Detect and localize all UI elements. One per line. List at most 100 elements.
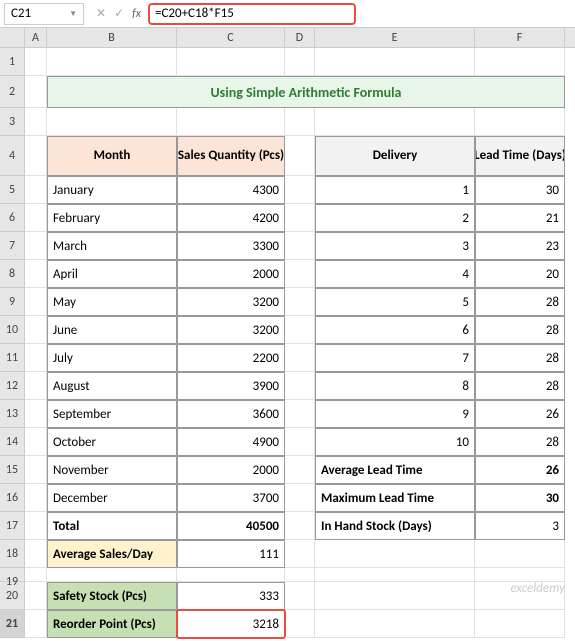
header-month[interactable]: Month <box>47 136 177 176</box>
cell-month[interactable]: July <box>47 344 177 372</box>
cell-leadtime[interactable]: 21 <box>475 204 565 232</box>
select-all-corner[interactable] <box>0 28 25 47</box>
cell[interactable] <box>25 260 47 288</box>
cell[interactable] <box>285 316 315 344</box>
row-header[interactable]: 6 <box>0 204 25 232</box>
cell[interactable] <box>25 136 47 176</box>
cell-leadtime[interactable]: 28 <box>475 428 565 456</box>
cell-qty[interactable]: 3600 <box>177 400 285 428</box>
cell[interactable] <box>475 48 565 76</box>
cell[interactable] <box>25 568 47 582</box>
in-hand-label[interactable]: In Hand Stock (Days) <box>315 512 475 540</box>
cell[interactable] <box>475 568 565 582</box>
row-header[interactable]: 11 <box>0 344 25 372</box>
cell-qty[interactable]: 3200 <box>177 316 285 344</box>
row-header[interactable]: 16 <box>0 484 25 512</box>
cell-month[interactable]: November <box>47 456 177 484</box>
cell[interactable] <box>25 428 47 456</box>
in-hand-value[interactable]: 3 <box>475 512 565 540</box>
cell-delivery[interactable]: 9 <box>315 400 475 428</box>
cell[interactable] <box>25 48 47 76</box>
row-header[interactable]: 14 <box>0 428 25 456</box>
enter-icon[interactable]: ✓ <box>114 6 124 21</box>
col-header-F[interactable]: F <box>475 28 565 47</box>
cell-month[interactable]: March <box>47 232 177 260</box>
cell-leadtime[interactable]: 28 <box>475 316 565 344</box>
row-header[interactable]: 18 <box>0 540 25 568</box>
cell[interactable] <box>25 400 47 428</box>
row-header[interactable]: 13 <box>0 400 25 428</box>
avg-lead-value[interactable]: 26 <box>475 456 565 484</box>
cell-delivery[interactable]: 2 <box>315 204 475 232</box>
cell[interactable] <box>315 48 475 76</box>
cell-delivery[interactable]: 6 <box>315 316 475 344</box>
cell[interactable] <box>475 108 565 136</box>
avg-lead-label[interactable]: Average Lead Time <box>315 456 475 484</box>
safety-stock-value[interactable]: 333 <box>177 582 285 610</box>
col-header-B[interactable]: B <box>47 28 177 47</box>
cell[interactable] <box>25 372 47 400</box>
row-header[interactable]: 17 <box>0 512 25 540</box>
cell-delivery[interactable]: 8 <box>315 372 475 400</box>
cell[interactable] <box>475 540 565 568</box>
cell[interactable] <box>25 176 47 204</box>
row-header[interactable]: 4 <box>0 136 25 176</box>
cell[interactable] <box>177 108 285 136</box>
cell[interactable] <box>285 260 315 288</box>
cell[interactable] <box>285 372 315 400</box>
cell[interactable] <box>285 204 315 232</box>
cell[interactable] <box>315 568 475 582</box>
cell[interactable] <box>25 456 47 484</box>
cell[interactable] <box>315 540 475 568</box>
cell-month[interactable]: January <box>47 176 177 204</box>
cell[interactable] <box>315 610 475 638</box>
safety-stock-label[interactable]: Safety Stock (Pcs) <box>47 582 177 610</box>
avg-sales-value[interactable]: 111 <box>177 540 285 568</box>
row-header[interactable]: 10 <box>0 316 25 344</box>
row-header[interactable]: 19 <box>0 568 25 582</box>
formula-input[interactable] <box>149 4 355 24</box>
cell[interactable] <box>285 136 315 176</box>
cell[interactable] <box>285 512 315 540</box>
cell-delivery[interactable]: 1 <box>315 176 475 204</box>
cell-month[interactable]: December <box>47 484 177 512</box>
cell[interactable] <box>47 568 177 582</box>
header-sales-qty[interactable]: Sales Quantity (Pcs) <box>177 136 285 176</box>
col-header-A[interactable]: A <box>25 28 47 47</box>
cell-qty[interactable]: 3900 <box>177 372 285 400</box>
cell-month[interactable]: April <box>47 260 177 288</box>
avg-sales-label[interactable]: Average Sales/Day <box>47 540 177 568</box>
cell[interactable] <box>25 288 47 316</box>
cell[interactable] <box>285 288 315 316</box>
cell[interactable] <box>25 204 47 232</box>
total-value[interactable]: 40500 <box>177 512 285 540</box>
reorder-point-value[interactable]: 3218 <box>177 610 285 638</box>
row-header[interactable]: 5 <box>0 176 25 204</box>
cell[interactable] <box>285 428 315 456</box>
cell-month[interactable]: September <box>47 400 177 428</box>
cell[interactable] <box>25 512 47 540</box>
cell[interactable] <box>25 610 47 638</box>
cell-leadtime[interactable]: 23 <box>475 232 565 260</box>
cell-delivery[interactable]: 3 <box>315 232 475 260</box>
cell-leadtime[interactable]: 28 <box>475 288 565 316</box>
max-lead-value[interactable]: 30 <box>475 484 565 512</box>
cell[interactable] <box>285 400 315 428</box>
cell[interactable] <box>25 232 47 260</box>
header-lead-time[interactable]: Lead Time (Days) <box>475 136 565 176</box>
cell[interactable] <box>315 582 475 610</box>
cell[interactable] <box>285 108 315 136</box>
col-header-E[interactable]: E <box>315 28 475 47</box>
cell-delivery[interactable]: 10 <box>315 428 475 456</box>
cell-qty[interactable]: 4300 <box>177 176 285 204</box>
cell[interactable] <box>285 48 315 76</box>
cell-month[interactable]: February <box>47 204 177 232</box>
row-header[interactable]: 20 <box>0 582 25 610</box>
cell[interactable] <box>285 176 315 204</box>
cell-qty[interactable]: 3700 <box>177 484 285 512</box>
row-header[interactable]: 15 <box>0 456 25 484</box>
cell-qty[interactable]: 2000 <box>177 260 285 288</box>
cell[interactable] <box>25 108 47 136</box>
cell[interactable] <box>25 76 47 108</box>
name-box[interactable]: C21 ▼ <box>4 3 84 25</box>
